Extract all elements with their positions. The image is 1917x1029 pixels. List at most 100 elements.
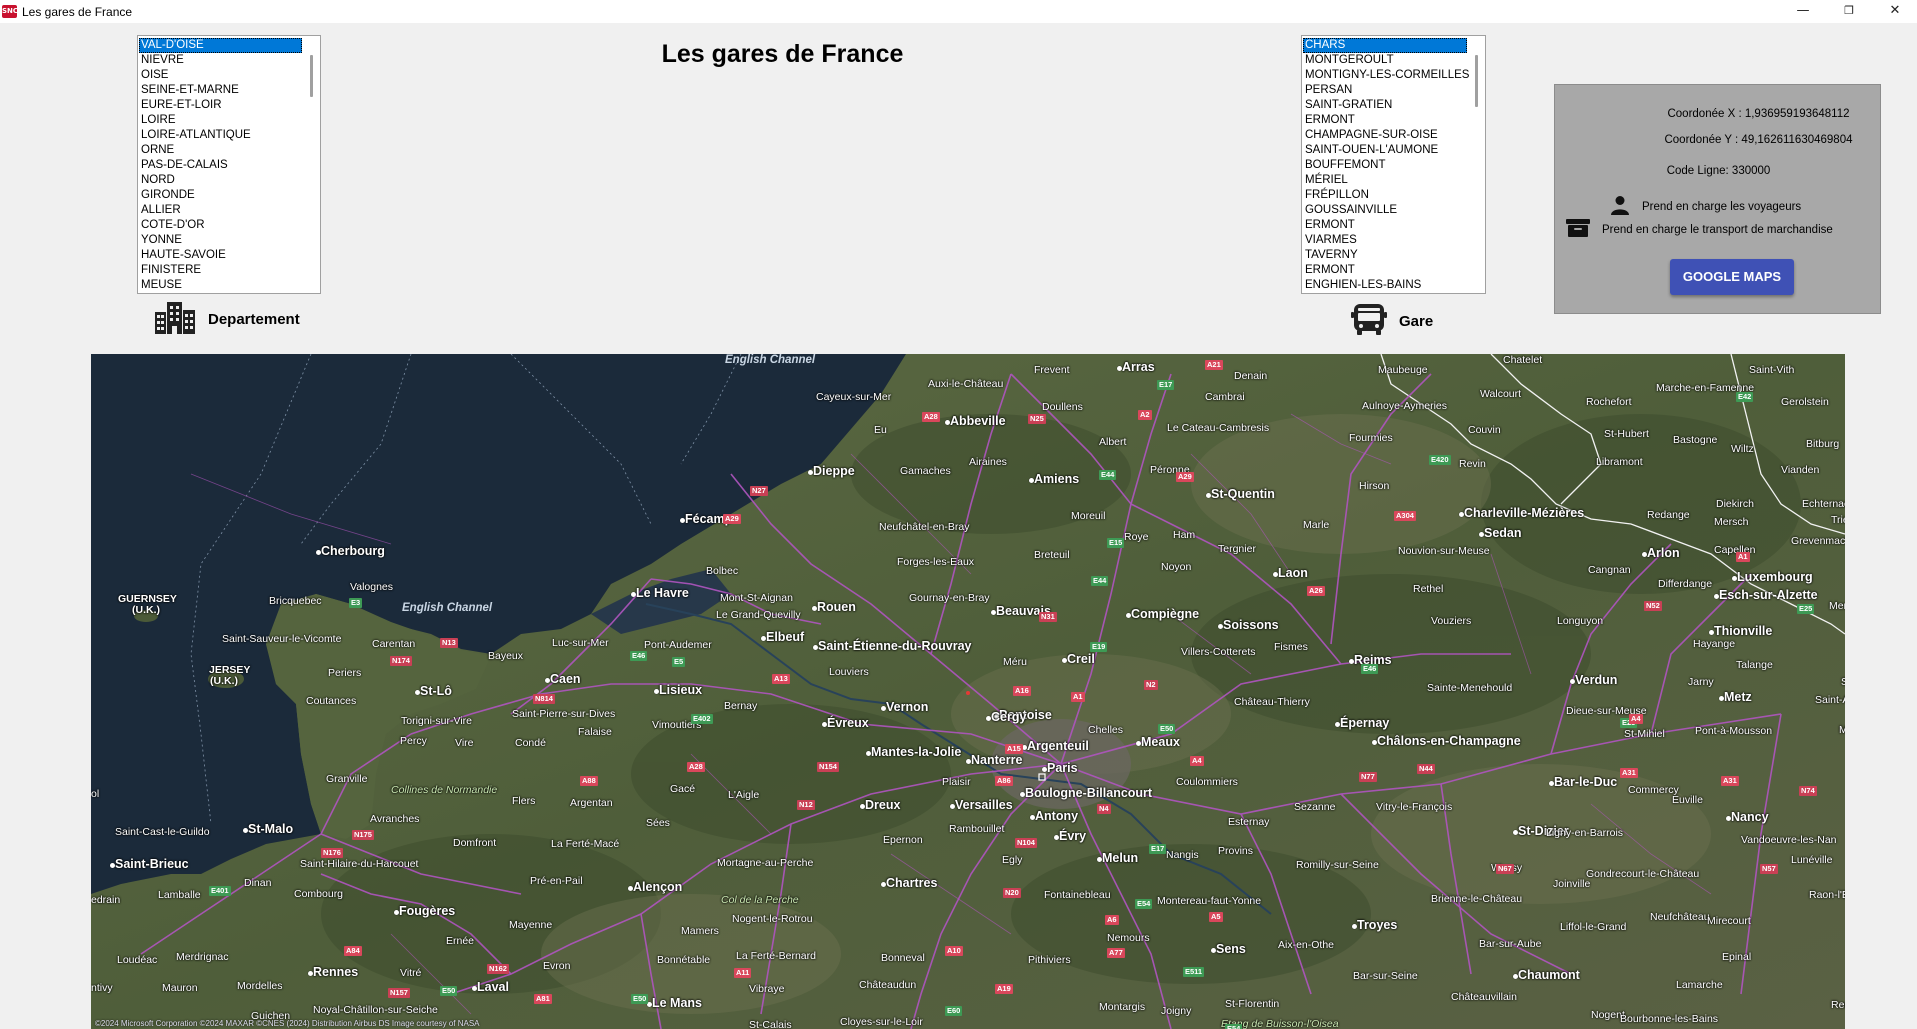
- departement-list-item[interactable]: ALLIER: [139, 203, 302, 218]
- departement-list-item[interactable]: ORNE: [139, 143, 302, 158]
- gare-list-item[interactable]: CHARS: [1303, 38, 1467, 53]
- city-label-fontainebleau: Fontainebleau: [1044, 889, 1111, 901]
- gare-list-item[interactable]: MONTIGNY-LES-CORMEILLES: [1303, 68, 1469, 83]
- departement-list-item[interactable]: EURE-ET-LOIR: [139, 98, 302, 113]
- city-marker: [808, 470, 813, 475]
- gare-listbox[interactable]: CHARS MONTGEROULT MONTIGNY-LES-CORMEILLES P…: [1301, 35, 1486, 294]
- departement-list-item[interactable]: OISE: [139, 68, 302, 83]
- city-marker: [1459, 512, 1464, 517]
- city-label-nouvion: Nouvion-sur-Meuse: [1398, 545, 1490, 557]
- gare-list-item[interactable]: SAINT-GRATIEN: [1303, 98, 1467, 113]
- departement-scrollbar[interactable]: [305, 37, 319, 292]
- road-shield: A28: [687, 762, 705, 772]
- departement-list-item[interactable]: GIRONDE: [139, 188, 302, 203]
- gare-list-item[interactable]: TAVERNY: [1303, 248, 1467, 263]
- city-label-vernon: Vernon: [886, 700, 929, 714]
- city-label-bernay: Bernay: [724, 700, 758, 712]
- departement-list-item[interactable]: VAL-D'OISE: [139, 38, 302, 53]
- city-label-pont_a_mousson: Pont-à-Mousson: [1695, 725, 1773, 737]
- departement-list-item[interactable]: SEINE-ET-MARNE: [139, 83, 302, 98]
- gare-list-item[interactable]: CHAMPAGNE-SUR-OISE: [1303, 128, 1467, 143]
- city-label-jarny: Jarny: [1688, 676, 1714, 688]
- gare-list-item[interactable]: FRÉPILLON: [1303, 188, 1467, 203]
- city-label-edrain: edrain: [91, 894, 121, 906]
- city-label-neufchateau: Neufchâteau: [1650, 911, 1710, 923]
- gare-list-item[interactable]: SAINT-OUEN-L'AUMONE: [1303, 143, 1467, 158]
- gare-list-item[interactable]: ERMONT: [1303, 218, 1467, 233]
- road-shield: N20: [1003, 888, 1021, 898]
- city-label-le_cateau: Le Cateau-Cambresis: [1167, 422, 1270, 434]
- marchandise-text: Prend en charge le transport de marchand…: [1602, 223, 1833, 236]
- gare-list-item[interactable]: ENGHIEN-LES-BAINS: [1303, 278, 1467, 293]
- gare-list-item[interactable]: PERSAN: [1303, 83, 1467, 98]
- close-button[interactable]: ✕: [1872, 0, 1917, 23]
- city-label-fismes: Fismes: [1274, 641, 1308, 653]
- city-label-pre_en_pail: Pré-en-Pail: [530, 875, 583, 887]
- voyageurs-row: Prend en charge les voyageurs: [1610, 195, 1801, 218]
- gare-list-item[interactable]: MÉRIEL: [1303, 173, 1467, 188]
- departement-list-item[interactable]: MEUSE: [139, 278, 302, 293]
- city-label-mirecourt: Mirecourt: [1707, 915, 1751, 927]
- city-label-conde: Condé: [515, 737, 546, 749]
- road-shield: E54: [1225, 1024, 1243, 1029]
- coordinate-x-text: Coordonée X : 1,936959193648112: [1667, 108, 1850, 120]
- departement-listbox[interactable]: VAL-D'OISE NIEVRE OISE SEINE-ET-MARNE EURE-E…: [137, 35, 321, 294]
- departement-list-item[interactable]: NORD: [139, 173, 302, 188]
- gare-list-item[interactable]: ERMONT: [1303, 263, 1467, 278]
- city-label-chaumont: Chaumont: [1518, 968, 1580, 982]
- city-label-lamarche: Lamarche: [1676, 979, 1723, 991]
- city-marker: [110, 863, 115, 868]
- departement-list-item[interactable]: YONNE: [139, 233, 302, 248]
- road-shield: E17: [1157, 380, 1175, 390]
- city-label-arlon: Arlon: [1647, 546, 1680, 560]
- city-label-vibraye: Vibraye: [749, 983, 785, 995]
- city-label-liffol: Liffol-le-Grand: [1560, 921, 1627, 933]
- city-label-ernee: Ernée: [446, 935, 475, 947]
- gare-list-item[interactable]: GOUSSAINVILLE: [1303, 203, 1467, 218]
- departement-list-item[interactable]: FINISTERE: [139, 263, 302, 278]
- city-label-dreux: Dreux: [865, 798, 901, 812]
- departement-list-item[interactable]: COTE-D'OR: [139, 218, 302, 233]
- city-label-airaines: Airaines: [969, 456, 1007, 468]
- gare-scroll-thumb[interactable]: [1475, 55, 1478, 107]
- city-label-argentan: Argentan: [570, 797, 613, 809]
- minimize-button[interactable]: —: [1780, 0, 1826, 23]
- gare-list-item[interactable]: MONTGEROULT: [1303, 53, 1467, 68]
- city-label-cergy: Cergy: [991, 710, 1027, 724]
- departement-list-item[interactable]: LOIRE: [139, 113, 302, 128]
- departement-list-item[interactable]: LOIRE-ATLANTIQUE: [139, 128, 302, 143]
- departement-scroll-thumb[interactable]: [310, 55, 313, 97]
- departement-list-item[interactable]: NIEVRE: [139, 53, 302, 68]
- city-marker: [1719, 696, 1724, 701]
- city-label-st_mihiel: St-Mihiel: [1624, 728, 1665, 740]
- road-shield: N13: [440, 638, 458, 648]
- city-label-creil: Creil: [1067, 652, 1095, 666]
- gare-list-item[interactable]: VIARMES: [1303, 233, 1467, 248]
- road-shield: E15: [1107, 538, 1125, 548]
- road-shield: A77: [1107, 948, 1125, 958]
- road-shield: E3: [349, 598, 363, 608]
- city-marker: [1372, 740, 1377, 745]
- satellite-map[interactable]: English Channel English Channel GUERNSEY (U…: [91, 354, 1845, 1029]
- city-label-dieppe: Dieppe: [813, 464, 855, 478]
- departement-list-items: VAL-D'OISE NIEVRE OISE SEINE-ET-MARNE EURE-E…: [139, 38, 302, 293]
- city-marker: [308, 971, 313, 976]
- island-label: (U.K.): [210, 675, 238, 687]
- city-marker: [1732, 576, 1737, 581]
- departement-list-item[interactable]: HAUTE-SAVOIE: [139, 248, 302, 263]
- city-label-moreuil: Moreuil: [1071, 510, 1106, 522]
- city-label-caen: Caen: [550, 672, 581, 686]
- departement-list-item[interactable]: PAS-DE-CALAIS: [139, 158, 302, 173]
- city-label-lunevi: Lunéville: [1791, 854, 1833, 866]
- city-label-differdange: Differdange: [1658, 578, 1713, 590]
- city-label-chateaudun: Châteaudun: [859, 979, 917, 991]
- city-label-lisieux: Lisieux: [659, 683, 703, 697]
- maximize-button[interactable]: ❐: [1826, 0, 1872, 23]
- gare-list-item[interactable]: ERMONT: [1303, 113, 1467, 128]
- city-label-plaisir: Plaisir: [942, 776, 971, 788]
- gare-list-item[interactable]: BOUFFEMONT: [1303, 158, 1467, 173]
- google-maps-button[interactable]: GOOGLE MAPS: [1670, 259, 1794, 295]
- city-label-argenteuil: Argenteuil: [1027, 739, 1089, 753]
- city-label-gamaches: Gamaches: [900, 465, 951, 477]
- gare-scrollbar[interactable]: [1470, 37, 1484, 292]
